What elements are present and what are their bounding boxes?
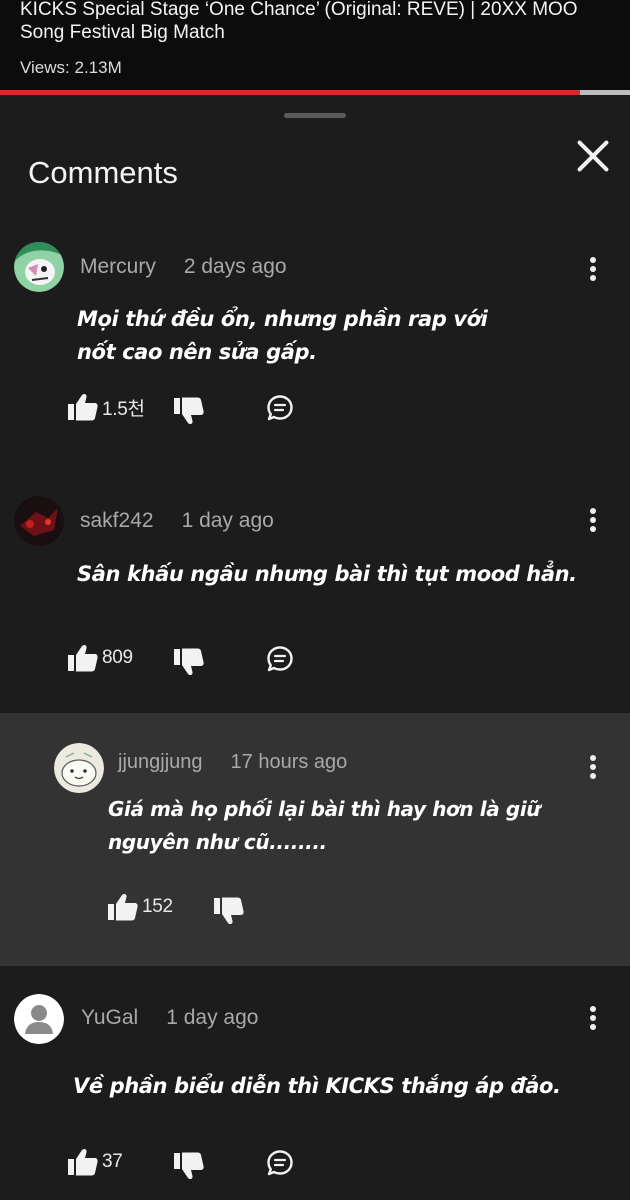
more-options-icon[interactable] [583, 506, 603, 534]
reply-icon [266, 1149, 294, 1177]
comment-actions: 37 [68, 1148, 308, 1182]
comment-meta: jjungjjung 17 hours ago [118, 751, 347, 774]
video-info-bar: KICKS Special Stage ‘One Chance’ (Origin… [0, 0, 630, 92]
comment-actions: 809 [68, 644, 308, 678]
thumb-down-icon [174, 1152, 204, 1180]
reply-button[interactable] [266, 645, 294, 673]
jjungjjung-avatar-icon [54, 743, 104, 793]
comment-time: 1 day ago [181, 509, 274, 532]
more-options-icon[interactable] [583, 255, 603, 283]
thumb-down-icon [174, 648, 204, 676]
like-count: 1.5천 [102, 398, 145, 420]
like-button[interactable]: 809 [68, 644, 133, 672]
reply-item: jjungjjung 17 hours ago Giá mà họ phối lạ… [0, 713, 630, 966]
comment-text: Mọi thứ đều ổn, nhưng phần rap với nốt c… [77, 307, 488, 364]
avatar[interactable] [54, 743, 104, 793]
comment-actions: 152 [108, 893, 268, 927]
comment-time: 17 hours ago [230, 751, 348, 773]
comment-time: 1 day ago [166, 1006, 259, 1029]
dislike-button[interactable] [174, 1152, 204, 1180]
like-count: 37 [102, 1151, 123, 1172]
panel-title: Comments [28, 155, 178, 190]
comment-item: YuGal 1 day ago Về phần biểu diễn thì KIC… [0, 990, 630, 1200]
more-options-icon[interactable] [583, 1004, 603, 1032]
comment-meta: YuGal 1 day ago [81, 1006, 258, 1030]
dislike-button[interactable] [174, 397, 204, 425]
dislike-button[interactable] [174, 648, 204, 676]
thumb-down-icon [174, 397, 204, 425]
comment-text: Sân khấu ngầu nhưng bài thì tụt mood hẳn… [77, 562, 577, 586]
comment-author[interactable]: YuGal [81, 1006, 138, 1029]
more-options-icon[interactable] [583, 753, 603, 781]
comment-meta: Mercury 2 days ago [80, 255, 287, 279]
comment-meta: sakf242 1 day ago [80, 509, 274, 533]
like-button[interactable]: 1.5천 [68, 393, 145, 421]
thumb-up-icon [68, 393, 98, 421]
comment-time: 2 days ago [183, 255, 287, 278]
default-avatar-icon [14, 994, 64, 1044]
avatar[interactable] [14, 994, 64, 1044]
like-count: 809 [102, 647, 133, 668]
comment-text: Về phần biểu diễn thì KICKS thắng áp đảo… [73, 1074, 561, 1098]
comment-item: sakf242 1 day ago Sân khấu ngầu nhưng bài… [0, 480, 630, 710]
comment-actions: 1.5천 [68, 393, 308, 427]
avatar[interactable] [14, 242, 64, 292]
reply-icon [266, 394, 294, 422]
comments-panel: Comments Mercury 2 days ago Mọi thứ đều ổ… [0, 95, 630, 1200]
like-button[interactable]: 37 [68, 1148, 123, 1176]
thumb-up-icon [68, 644, 98, 672]
sakf242-avatar-icon [14, 496, 64, 546]
dislike-button[interactable] [214, 897, 244, 925]
comment-author[interactable]: Mercury [80, 255, 156, 278]
close-icon[interactable] [570, 133, 616, 179]
mercury-avatar-icon [14, 242, 64, 292]
thumb-up-icon [108, 893, 138, 921]
video-title: KICKS Special Stage ‘One Chance’ (Origin… [20, 0, 578, 43]
reply-button[interactable] [266, 394, 294, 422]
avatar[interactable] [14, 496, 64, 546]
reply-icon [266, 645, 294, 673]
view-count: Views: 2.13M [20, 58, 122, 77]
comment-item: Mercury 2 days ago Mọi thứ đều ổn, nhưng … [0, 225, 630, 425]
reply-button[interactable] [266, 1149, 294, 1177]
comment-author[interactable]: sakf242 [80, 509, 154, 532]
thumb-up-icon [68, 1148, 98, 1176]
comment-text: Giá mà họ phối lại bài thì hay hơn là gi… [108, 797, 541, 854]
drag-handle[interactable] [284, 113, 346, 118]
thumb-down-icon [214, 897, 244, 925]
comment-author[interactable]: jjungjjung [118, 751, 203, 773]
like-button[interactable]: 152 [108, 893, 173, 921]
like-count: 152 [142, 896, 173, 917]
